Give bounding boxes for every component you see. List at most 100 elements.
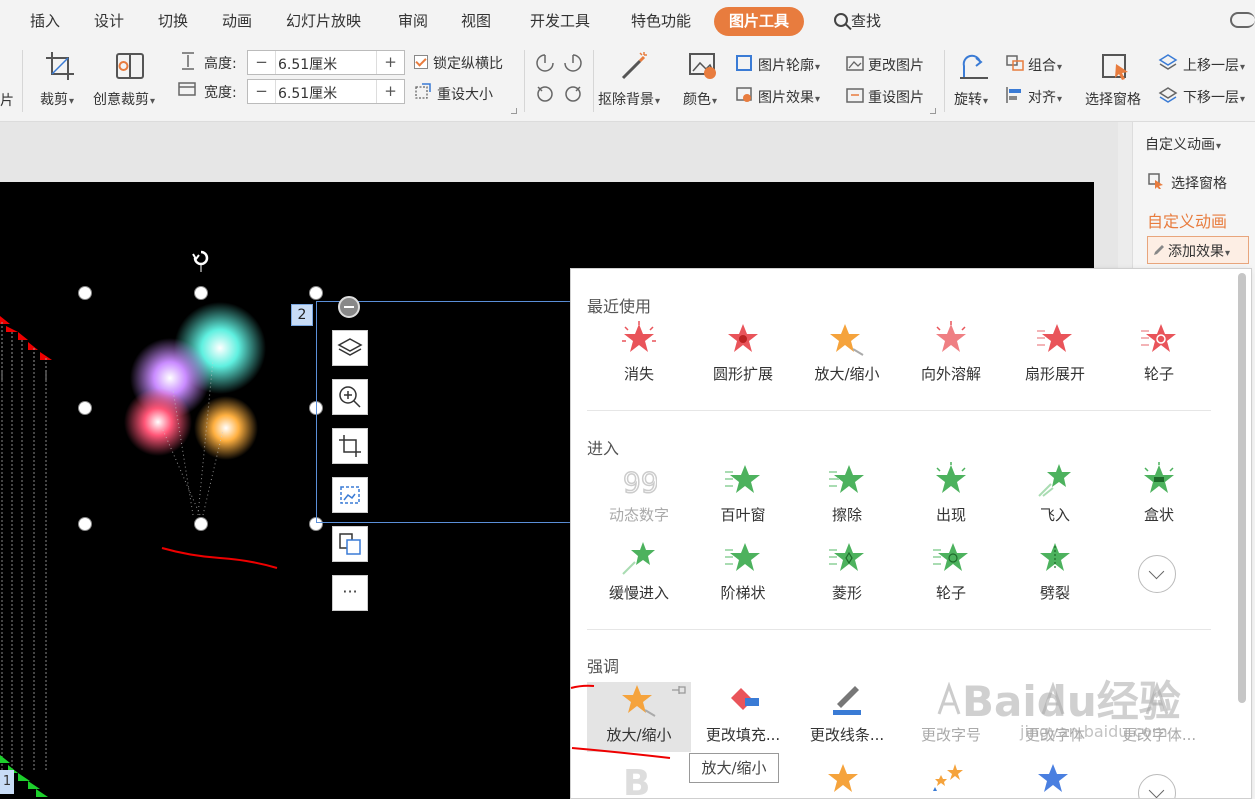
bold-effect-icon[interactable]: B	[623, 761, 659, 799]
picture-color-icon[interactable]	[688, 52, 718, 80]
picture-effects-button[interactable]: 图片效果	[758, 87, 820, 107]
effect-wheel-recent[interactable]: 轮子	[1107, 321, 1211, 391]
effect-box[interactable]: 盒状	[1107, 462, 1211, 532]
collapse-icon[interactable]	[338, 296, 360, 318]
effect-change-fill[interactable]: 更改填充...	[691, 682, 795, 752]
crop-icon[interactable]	[44, 50, 76, 82]
menu-picture-tools[interactable]: 图片工具	[714, 7, 805, 36]
picture-outline-button[interactable]: 图片轮廓	[758, 55, 820, 75]
lock-ratio-checkbox[interactable]	[414, 55, 428, 69]
selection-pane-icon[interactable]	[1100, 52, 1132, 82]
reset-picture-button[interactable]: 重设图片	[868, 87, 924, 107]
effect-dissolve-out[interactable]: 向外溶解	[899, 321, 1003, 391]
effect-diamond[interactable]: 菱形	[795, 540, 899, 610]
picture-effects-icon[interactable]	[735, 86, 753, 104]
change-picture-button[interactable]: 更改图片	[868, 55, 924, 75]
selection-pane-link[interactable]: 选择窗格	[1171, 173, 1227, 193]
width-increase[interactable]: +	[376, 80, 404, 103]
reset-size-button[interactable]: 重设大小	[437, 84, 493, 104]
effect-wheel[interactable]: 轮子	[899, 540, 1003, 610]
resize-handle-left[interactable]	[78, 401, 92, 415]
width-spinner[interactable]: − 6.51厘米 +	[247, 79, 405, 104]
color-button[interactable]: 颜色	[683, 89, 717, 109]
picture-outline-icon[interactable]	[735, 54, 753, 72]
zoom-button[interactable]	[332, 379, 368, 415]
effect-dynamic-number[interactable]: 99 动态数字	[587, 462, 691, 532]
menu-design[interactable]: 设计	[94, 10, 124, 31]
blue-star-icon[interactable]	[1035, 761, 1071, 799]
resize-handle-bottom[interactable]	[194, 517, 208, 531]
align-button[interactable]: 对齐	[1028, 87, 1062, 107]
rotate-left-icon[interactable]	[535, 53, 555, 73]
menu-special[interactable]: 特色功能	[631, 10, 691, 31]
creative-crop-icon[interactable]	[114, 50, 146, 82]
reset-size-icon[interactable]	[414, 82, 432, 100]
selection-pane-icon[interactable]	[1147, 172, 1165, 190]
more-options-button[interactable]: ···	[332, 575, 368, 611]
creative-crop-button[interactable]: 创意裁剪	[93, 89, 155, 109]
add-effect-button[interactable]: 添加效果	[1147, 236, 1249, 264]
height-decrease[interactable]: −	[248, 51, 276, 74]
menu-view[interactable]: 视图	[461, 10, 491, 31]
group-icon[interactable]	[1005, 54, 1025, 72]
menu-transitions[interactable]: 切换	[158, 10, 188, 31]
resize-handle-top[interactable]	[194, 286, 208, 300]
effect-circle-expand[interactable]: 圆形扩展	[691, 321, 795, 391]
effect-fan-unfold[interactable]: 扇形展开	[1003, 321, 1107, 391]
flip-vertical-icon[interactable]	[563, 84, 583, 104]
sparkle-stars-icon[interactable]	[931, 761, 967, 799]
height-value[interactable]: 6.51厘米	[278, 54, 337, 74]
effect-blinds[interactable]: 百叶窗	[691, 462, 795, 532]
effect-stairs[interactable]: 阶梯状	[691, 540, 795, 610]
width-value[interactable]: 6.51厘米	[278, 83, 337, 103]
menu-insert[interactable]: 插入	[30, 10, 60, 31]
flip-horizontal-icon[interactable]	[535, 84, 555, 104]
menu-review[interactable]: 审阅	[398, 10, 428, 31]
change-picture-icon[interactable]	[845, 54, 865, 72]
effect-change-line[interactable]: 更改线条...	[795, 682, 899, 752]
size-dialog-launcher[interactable]	[511, 108, 517, 114]
bring-forward-icon[interactable]	[1158, 53, 1178, 71]
animation-order-badge[interactable]: 2	[291, 304, 313, 326]
remove-background-button[interactable]: 抠除背景	[598, 89, 660, 109]
rotate-button[interactable]: 旋转	[954, 89, 988, 109]
resize-handle-bottom-left[interactable]	[78, 517, 92, 531]
rotate-right-icon[interactable]	[563, 53, 583, 73]
entrance-more-button[interactable]	[1138, 555, 1176, 593]
rotate-icon[interactable]	[958, 52, 990, 82]
effect-disappear[interactable]: 消失	[587, 321, 691, 391]
group-button[interactable]: 组合	[1028, 55, 1062, 75]
emphasis-more-button[interactable]	[1138, 774, 1176, 798]
send-backward-icon[interactable]	[1158, 86, 1178, 104]
height-spinner[interactable]: − 6.51厘米 +	[247, 50, 405, 75]
effect-split[interactable]: 劈裂	[1003, 540, 1107, 610]
resize-handle-top-left[interactable]	[78, 286, 92, 300]
panel-scrollbar[interactable]	[1238, 273, 1246, 703]
red-flag-shapes[interactable]	[0, 302, 70, 382]
partial-tool-label[interactable]: 片	[0, 90, 14, 110]
lock-ratio-label[interactable]: 锁定纵横比	[433, 53, 503, 73]
custom-animation-dropdown[interactable]: 自定义动画	[1145, 134, 1221, 154]
picture-style-button[interactable]	[332, 477, 368, 513]
effect-zoom-recent[interactable]: 放大/缩小	[795, 321, 899, 391]
layers-button[interactable]	[332, 330, 368, 366]
effect-wipe[interactable]: 擦除	[795, 462, 899, 532]
search-button[interactable]: 查找	[834, 10, 881, 31]
effect-fly-in[interactable]: 飞入	[1003, 462, 1107, 532]
quick-crop-button[interactable]	[332, 428, 368, 464]
picture-dialog-launcher[interactable]	[930, 108, 936, 114]
emphasis-star-icon[interactable]	[827, 761, 863, 799]
resize-handle-top-right[interactable]	[309, 286, 323, 300]
rotate-handle-icon[interactable]	[192, 250, 210, 272]
replace-picture-button[interactable]	[332, 526, 368, 562]
fireworks-picture[interactable]	[118, 300, 278, 520]
reset-picture-icon[interactable]	[845, 86, 865, 104]
cloud-icon[interactable]	[1230, 12, 1255, 28]
effect-slow-in[interactable]: 缓慢进入	[587, 540, 691, 610]
send-backward-button[interactable]: 下移一层	[1183, 87, 1245, 107]
crop-button[interactable]: 裁剪	[40, 89, 74, 109]
height-increase[interactable]: +	[376, 51, 404, 74]
bring-forward-button[interactable]: 上移一层	[1183, 55, 1245, 75]
magic-wand-icon[interactable]	[618, 50, 650, 82]
width-decrease[interactable]: −	[248, 80, 276, 103]
